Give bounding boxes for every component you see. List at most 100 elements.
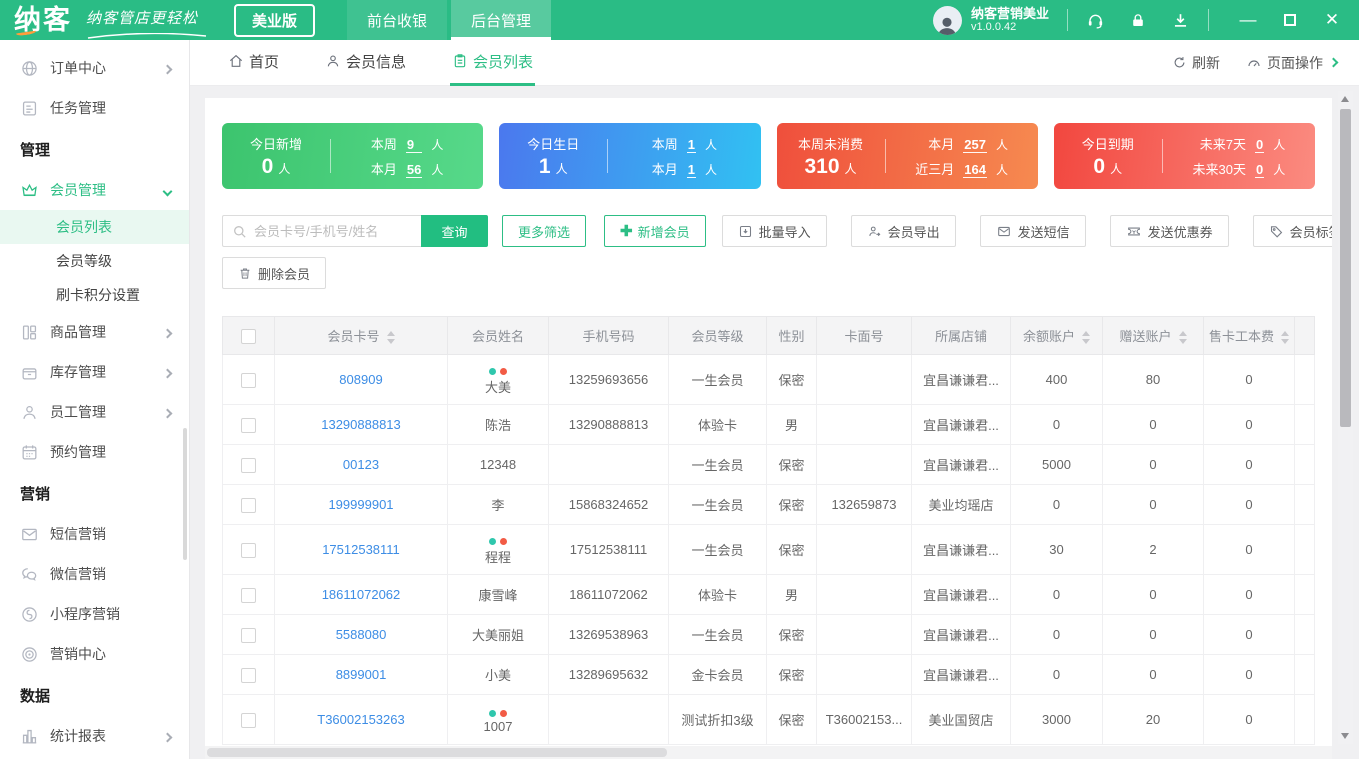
sidebar-item-14[interactable]: 统计报表 <box>0 716 189 756</box>
sidebar-item-4[interactable]: 商品管理 <box>0 312 189 352</box>
member-card-no-link[interactable]: 18611072062 <box>322 587 401 602</box>
select-all-checkbox[interactable] <box>241 328 256 344</box>
maximize-button[interactable] <box>1269 0 1311 40</box>
member-card-no-link[interactable]: 808909 <box>339 372 382 387</box>
row-checkbox[interactable] <box>241 457 256 473</box>
sidebar-item-1[interactable]: 任务管理 <box>0 88 189 128</box>
sidebar-subitem-3-0[interactable]: 会员列表 <box>0 210 189 244</box>
tag-dot-red-icon <box>500 537 507 545</box>
minimize-button[interactable]: — <box>1227 0 1269 40</box>
column-header-8[interactable]: 余额账户 <box>1010 316 1103 355</box>
member-name-cell: 康雪峰 <box>447 574 549 615</box>
stat-unit: 人 <box>844 161 857 176</box>
more-filter-button[interactable]: 更多筛选 <box>502 215 587 247</box>
user-block[interactable]: 纳客营销美业 v1.0.0.42 <box>932 5 1049 35</box>
sidebar-item-0[interactable]: 订单中心 <box>0 48 189 88</box>
top-tab-backoffice[interactable]: 后台管理 <box>451 0 552 40</box>
sidebar-item-10[interactable]: 微信营销 <box>0 554 189 594</box>
target-icon <box>22 646 37 662</box>
sort-icon[interactable] <box>1178 331 1187 345</box>
sidebar-subitem-3-2[interactable]: 刷卡积分设置 <box>0 278 189 312</box>
page-operations-button[interactable]: 页面操作 <box>1246 53 1339 73</box>
top-tab-frontdesk[interactable]: 前台收银 <box>347 0 448 40</box>
gauge-icon <box>1248 60 1260 66</box>
row-select-cell <box>222 524 275 575</box>
row-checkbox[interactable] <box>241 627 256 643</box>
close-button[interactable]: ✕ <box>1311 0 1353 40</box>
row-checkbox[interactable] <box>241 542 256 558</box>
search-input[interactable] <box>223 216 421 246</box>
member-card-no-link[interactable]: T36002153263 <box>317 712 404 727</box>
stat-line-unit: 人 <box>431 163 444 177</box>
scroll-down-arrow-icon[interactable] <box>1341 733 1349 739</box>
table-row-2: 00123 12348 一生会员 保密 宜昌谦谦君... 5000 0 0 <box>222 444 1315 485</box>
stat-value: 1 <box>538 154 551 178</box>
sort-icon[interactable] <box>1082 331 1090 345</box>
column-header-3: 手机号码 <box>548 316 669 355</box>
sidebar-item-3[interactable]: 会员管理 <box>0 170 189 210</box>
column-header-label: 售卡工本费 <box>1208 329 1274 344</box>
column-header-label: 余额账户 <box>1022 329 1075 344</box>
send-sms-button[interactable]: 发送短信 <box>979 215 1086 247</box>
member-card-no-link[interactable]: 199999901 <box>328 497 393 512</box>
sidebar-item-12[interactable]: 营销中心 <box>0 634 189 674</box>
sidebar-item-7[interactable]: 预约管理 <box>0 432 189 472</box>
member-name-cell: 12348 <box>447 444 549 485</box>
row-select-cell <box>222 444 275 485</box>
horizontal-scrollbar[interactable] <box>205 746 1332 759</box>
sort-icon[interactable] <box>1281 331 1289 345</box>
column-header-10[interactable]: 售卡工本费 <box>1203 316 1295 355</box>
table-body: 808909 大美 13259693656 一生会员 保密 宜昌谦谦君... 400 80 0 1… <box>222 354 1315 745</box>
row-checkbox[interactable] <box>241 587 256 603</box>
stat-line-value: 164 <box>963 162 987 178</box>
member-gift-cell: 80 <box>1102 354 1204 405</box>
member-card-no-link[interactable]: 00123 <box>343 457 379 472</box>
tab-home[interactable]: 首页 <box>226 40 281 86</box>
member-export-button[interactable]: 会员导出 <box>850 215 956 247</box>
member-card-no-link[interactable]: 13290888813 <box>321 417 401 432</box>
send-coupon-button[interactable]: 发送优惠券 <box>1109 215 1229 247</box>
stat-line-value: 0 <box>1254 137 1265 153</box>
sidebar-item-11[interactable]: 小程序营销 <box>0 594 189 634</box>
row-checkbox[interactable] <box>241 497 256 513</box>
lock-icon[interactable] <box>1129 11 1147 30</box>
sort-icon[interactable] <box>386 331 395 345</box>
member-card-no-link[interactable]: 5588080 <box>336 627 387 642</box>
sidebar-item-9[interactable]: 短信营销 <box>0 514 189 554</box>
member-card_face-cell <box>816 444 912 485</box>
vertical-scrollbar-thumb[interactable] <box>1340 109 1351 427</box>
sidebar-item-5[interactable]: 库存管理 <box>0 352 189 392</box>
query-button[interactable]: 查询 <box>421 215 488 247</box>
refresh-button[interactable]: 刷新 <box>1172 53 1220 73</box>
member-card-no-link[interactable]: 8899001 <box>336 667 387 682</box>
add-member-button[interactable]: ✚ 新增会员 <box>604 215 706 247</box>
download-icon[interactable] <box>1171 11 1190 30</box>
tab-member-info[interactable]: 会员信息 <box>323 40 408 86</box>
horizontal-scrollbar-thumb[interactable] <box>207 748 667 757</box>
row-checkbox[interactable] <box>241 667 256 683</box>
column-header-1[interactable]: 会员卡号 <box>274 316 448 355</box>
vertical-scrollbar[interactable] <box>1338 91 1353 744</box>
member-fee-cell: 0 <box>1203 694 1295 745</box>
tag-icon <box>1270 225 1282 238</box>
home-icon <box>229 54 243 67</box>
row-checkbox[interactable] <box>241 417 256 433</box>
row-checkbox[interactable] <box>241 372 256 388</box>
tab-member-list[interactable]: 会员列表 <box>450 40 536 86</box>
sidebar-item-6[interactable]: 员工管理 <box>0 392 189 432</box>
sidebar-scrollbar-thumb[interactable] <box>183 428 187 560</box>
member-card-no-link[interactable]: 17512538111 <box>322 542 400 557</box>
batch-import-button[interactable]: 批量导入 <box>721 215 827 247</box>
sidebar-subitem-3-1[interactable]: 会员等级 <box>0 244 189 278</box>
member-phone-cell: 13269538963 <box>548 614 669 655</box>
row-checkbox[interactable] <box>241 712 256 728</box>
column-header-9[interactable]: 赠送账户 <box>1102 316 1204 355</box>
support-headset-icon[interactable] <box>1086 11 1105 30</box>
chevron-right-icon <box>162 328 173 339</box>
member-tag-button[interactable]: 会员标签 <box>1252 215 1332 247</box>
delete-member-button[interactable]: 删除会员 <box>222 257 327 289</box>
scroll-up-arrow-icon[interactable] <box>1341 96 1349 102</box>
sidebar-item-label: 库存管理 <box>50 364 106 380</box>
search-icon <box>234 226 246 238</box>
tagline-text: 纳客管店更轻松 <box>86 10 199 27</box>
